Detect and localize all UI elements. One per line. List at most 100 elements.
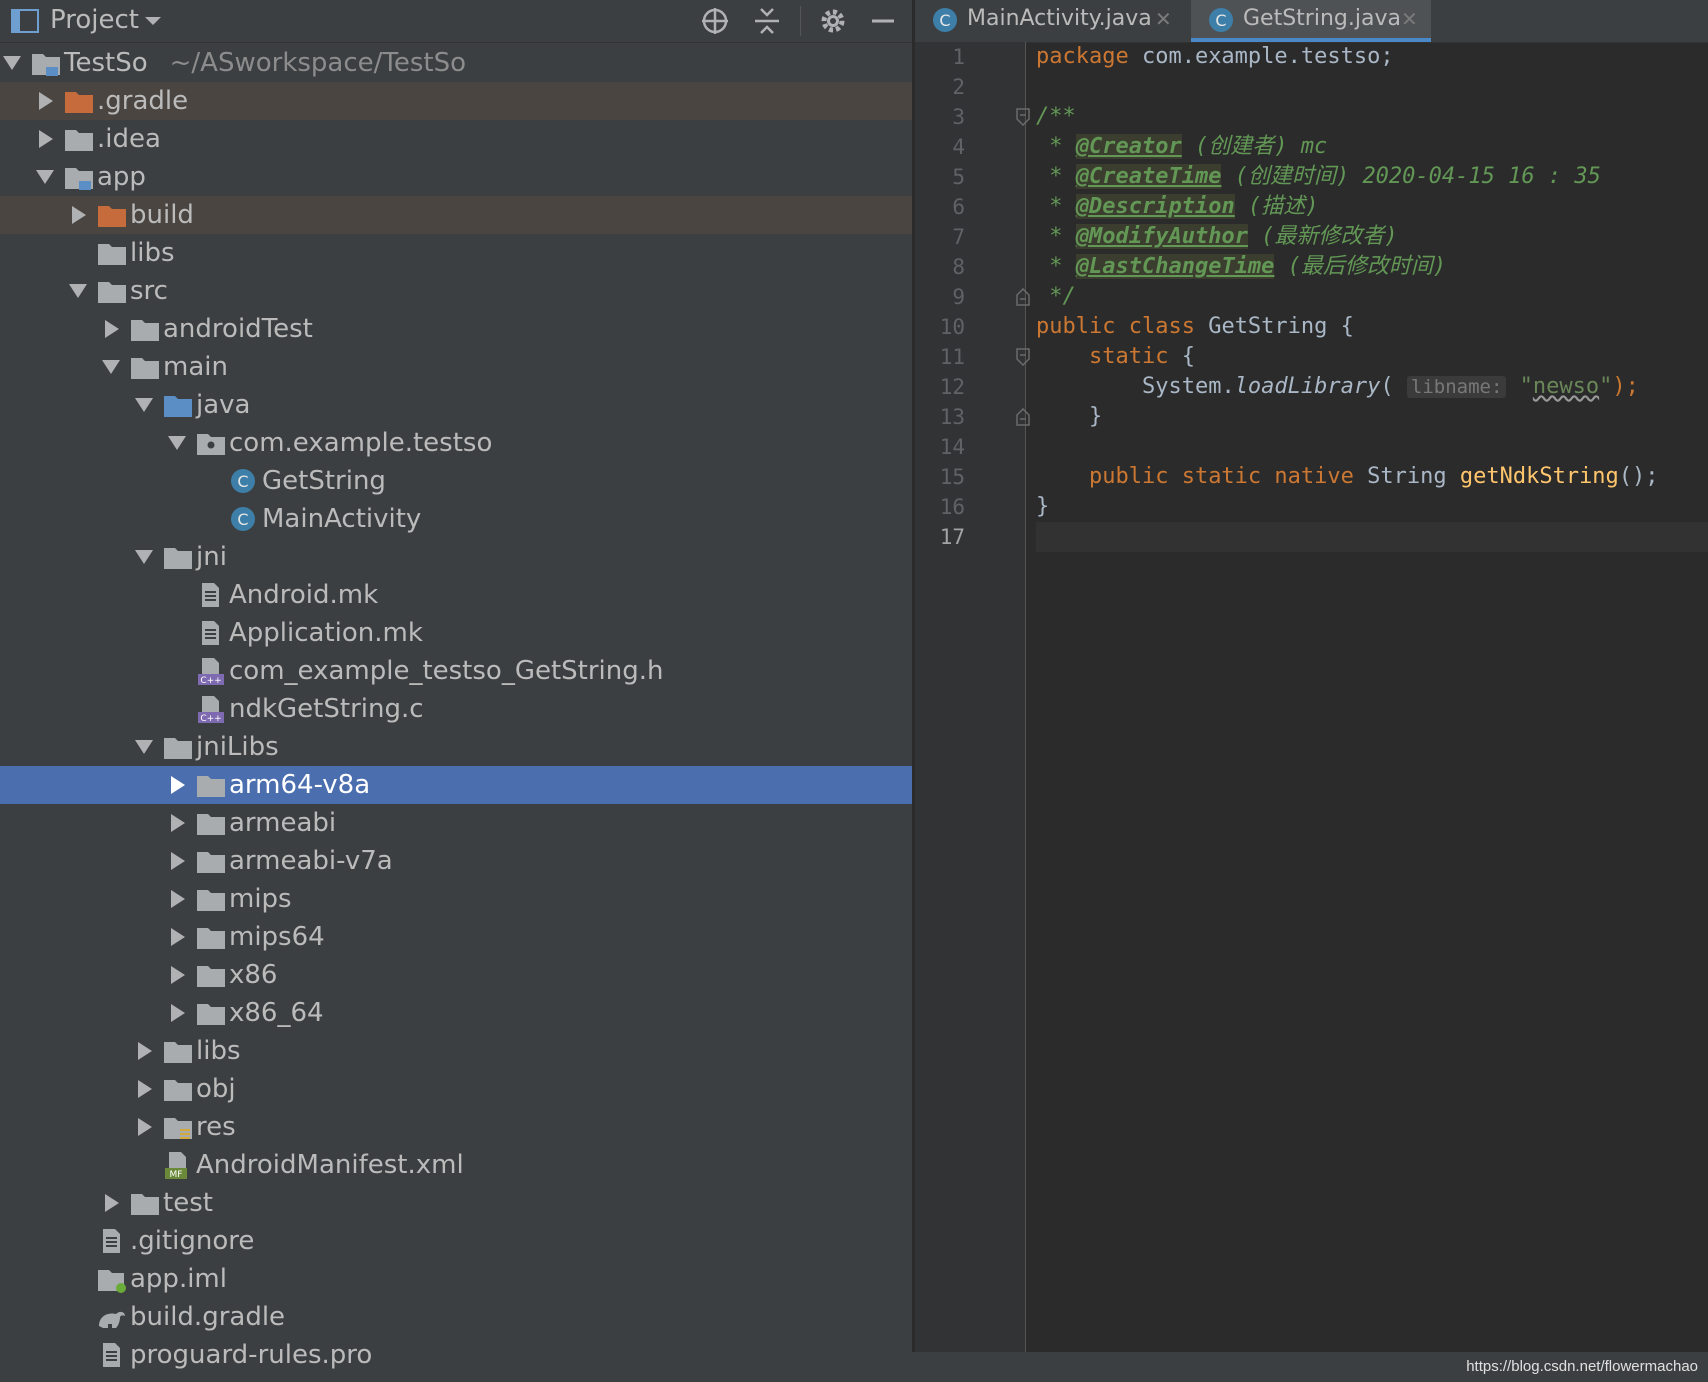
line-number: 4 <box>952 135 965 159</box>
folder-icon <box>63 124 95 154</box>
code-editor: C MainActivity.java ✕ C GetString.java ✕… <box>915 0 1708 1382</box>
collapse-all-icon[interactable] <box>752 6 782 36</box>
folder-icon <box>195 770 227 800</box>
module-folder-icon <box>63 162 95 192</box>
tree-item-x86[interactable]: x86 <box>0 956 912 994</box>
project-view-dropdown[interactable]: Project <box>50 4 139 36</box>
tree-item-src[interactable]: src <box>0 272 912 310</box>
tree-item-app[interactable]: app <box>0 158 912 196</box>
fold-end-icon[interactable] <box>1015 287 1031 306</box>
tree-item-arm64-v8a[interactable]: arm64-v8a <box>0 766 912 804</box>
code-line-16: } <box>1036 494 1050 519</box>
expand-arrow-down-icon[interactable] <box>33 158 57 196</box>
tree-item-jnilibs[interactable]: jniLibs <box>0 728 912 766</box>
expand-arrow-down-icon[interactable] <box>132 386 156 424</box>
tree-item-androidmanifest-xml[interactable]: MF AndroidManifest.xml <box>0 1146 912 1184</box>
tree-item-build-gradle[interactable]: build.gradle <box>0 1298 912 1336</box>
fold-start-icon[interactable] <box>1015 348 1031 367</box>
tree-item-com-example-testso-getstring-h[interactable]: C++ com_example_testso_GetString.h <box>0 652 912 690</box>
chevron-down-icon[interactable] <box>142 10 164 32</box>
code-line-1: package com.example.testso; <box>1036 44 1394 69</box>
module-folder-icon <box>30 48 62 78</box>
expand-arrow-right-icon[interactable] <box>33 120 57 158</box>
tree-item-gitignore[interactable]: .gitignore <box>0 1222 912 1260</box>
tree-item-application-mk[interactable]: Application.mk <box>0 614 912 652</box>
tree-item-x86-64[interactable]: x86_64 <box>0 994 912 1032</box>
expand-arrow-right-icon[interactable] <box>165 842 189 880</box>
expand-arrow-down-icon[interactable] <box>165 424 189 462</box>
expand-arrow-right-icon[interactable] <box>132 1032 156 1070</box>
tree-item-label: res <box>196 1112 236 1142</box>
tree-item-testso[interactable]: TestSo ~/ASworkspace/TestSo <box>0 44 912 82</box>
line-number-gutter[interactable]: 1 2 3 4 5 6 7 8 9 10 11 12 13 14 15 16 17 <box>915 42 1030 1352</box>
tree-item-android-mk[interactable]: Android.mk <box>0 576 912 614</box>
expand-arrow-right-icon[interactable] <box>132 1108 156 1146</box>
line-number: 3 <box>952 105 965 129</box>
gear-icon[interactable] <box>818 6 848 36</box>
tree-item-proguard-rules-pro[interactable]: proguard-rules.pro <box>0 1336 912 1374</box>
folder-icon <box>195 846 227 876</box>
expand-arrow-right-icon[interactable] <box>165 766 189 804</box>
expand-arrow-down-icon[interactable] <box>0 44 24 82</box>
svg-text:MF: MF <box>170 1170 183 1180</box>
expand-arrow-right-icon[interactable] <box>132 1070 156 1108</box>
tree-item-com-example-testso[interactable]: com.example.testso <box>0 424 912 462</box>
expand-arrow-right-icon[interactable] <box>165 956 189 994</box>
expand-arrow-down-icon[interactable] <box>132 538 156 576</box>
tree-item-jni[interactable]: jni <box>0 538 912 576</box>
close-icon[interactable]: ✕ <box>1155 0 1172 38</box>
svg-text:C++: C++ <box>200 676 221 686</box>
tree-item-main[interactable]: main <box>0 348 912 386</box>
tree-item-res[interactable]: res <box>0 1108 912 1146</box>
expand-arrow-right-icon[interactable] <box>66 196 90 234</box>
tree-item-idea[interactable]: .idea <box>0 120 912 158</box>
tree-item-gradle[interactable]: .gradle <box>0 82 912 120</box>
tree-item-java[interactable]: java <box>0 386 912 424</box>
tab-getstring[interactable]: C GetString.java ✕ <box>1191 0 1431 42</box>
tree-item-mips64[interactable]: mips64 <box>0 918 912 956</box>
tree-item-armeabi-v7a[interactable]: armeabi-v7a <box>0 842 912 880</box>
fold-start-icon[interactable] <box>1015 108 1031 127</box>
tree-item-label: build.gradle <box>130 1302 286 1332</box>
tree-item-test[interactable]: test <box>0 1184 912 1222</box>
line-number: 11 <box>939 345 965 369</box>
expand-arrow-right-icon[interactable] <box>99 1184 123 1222</box>
expand-arrow-right-icon[interactable] <box>165 880 189 918</box>
locate-file-icon[interactable] <box>700 6 730 36</box>
expand-arrow-right-icon[interactable] <box>165 804 189 842</box>
tree-item-label: build <box>130 200 194 230</box>
expand-arrow-down-icon[interactable] <box>66 272 90 310</box>
class-icon: C <box>228 504 260 534</box>
code-area[interactable]: package com.example.testso; /** * @Creat… <box>1036 42 1708 1352</box>
tree-item-label: src <box>130 276 168 306</box>
tree-item-libs[interactable]: libs <box>0 234 912 272</box>
tree-item-androidtest[interactable]: androidTest <box>0 310 912 348</box>
tab-mainactivity[interactable]: C MainActivity.java ✕ <box>915 0 1187 42</box>
tree-item-label: mips64 <box>229 922 325 952</box>
expand-arrow-right-icon[interactable] <box>99 310 123 348</box>
minimize-icon[interactable] <box>868 6 898 36</box>
tree-item-build[interactable]: build <box>0 196 912 234</box>
tree-item-obj[interactable]: obj <box>0 1070 912 1108</box>
close-icon[interactable]: ✕ <box>1401 0 1418 38</box>
tree-item-label: libs <box>130 238 175 268</box>
tree-item-label: GetString <box>262 466 386 496</box>
line-number: 15 <box>939 465 965 489</box>
expand-arrow-right-icon[interactable] <box>165 918 189 956</box>
tree-item-app-iml[interactable]: app.iml <box>0 1260 912 1298</box>
tree-item-armeabi[interactable]: armeabi <box>0 804 912 842</box>
tree-item-getstring[interactable]: C GetString <box>0 462 912 500</box>
tree-item-mainactivity[interactable]: C MainActivity <box>0 500 912 538</box>
expand-arrow-down-icon[interactable] <box>132 728 156 766</box>
tree-item-libs[interactable]: libs <box>0 1032 912 1070</box>
folder-icon <box>162 1036 194 1066</box>
tree-item-mips[interactable]: mips <box>0 880 912 918</box>
expand-arrow-right-icon[interactable] <box>33 82 57 120</box>
tree-item-ndkgetstring-c[interactable]: C++ ndkGetString.c <box>0 690 912 728</box>
expand-arrow-right-icon[interactable] <box>165 994 189 1032</box>
folder-icon <box>129 352 161 382</box>
fold-end-icon[interactable] <box>1015 407 1031 426</box>
editor-tab-bar: C MainActivity.java ✕ C GetString.java ✕ <box>915 0 1708 43</box>
manifest-file-icon: MF <box>162 1150 194 1180</box>
expand-arrow-down-icon[interactable] <box>99 348 123 386</box>
